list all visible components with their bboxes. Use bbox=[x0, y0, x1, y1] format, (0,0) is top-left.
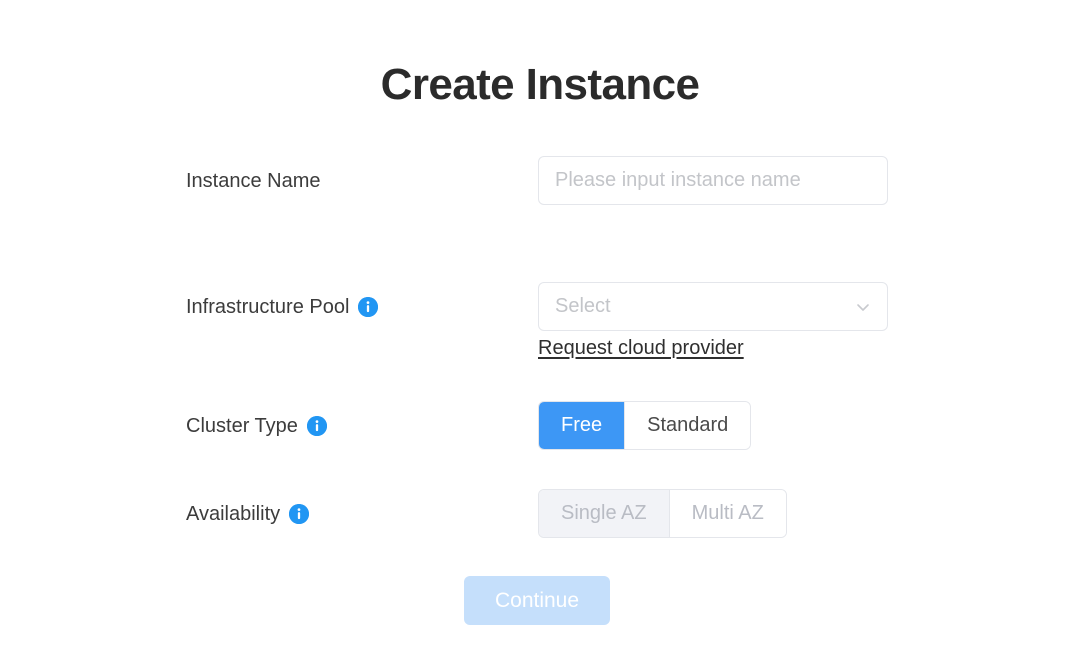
control-availability: Single AZ Multi AZ bbox=[538, 489, 787, 538]
info-circle-icon[interactable] bbox=[289, 504, 309, 524]
infrastructure-pool-select[interactable]: Select bbox=[538, 282, 888, 331]
field-label-text: Cluster Type bbox=[186, 415, 298, 438]
request-cloud-provider-link[interactable]: Request cloud provider bbox=[538, 337, 744, 360]
info-circle-icon[interactable] bbox=[358, 297, 378, 317]
control-infrastructure-pool: Select bbox=[538, 282, 888, 331]
create-instance-form: Instance Name Infrastructure Pool bbox=[0, 0, 1080, 659]
field-row-cluster-type: Cluster Type Free Standard bbox=[186, 401, 946, 451]
cluster-type-segmented-control: Free Standard bbox=[538, 401, 751, 450]
select-value: Select bbox=[555, 295, 611, 318]
create-instance-page: Create Instance Instance Name Infrastruc… bbox=[0, 0, 1080, 659]
continue-button[interactable]: Continue bbox=[464, 576, 610, 625]
field-row-instance-name: Instance Name bbox=[186, 156, 946, 206]
label-instance-name: Instance Name bbox=[186, 156, 321, 206]
field-label-text: Availability bbox=[186, 503, 280, 526]
info-circle-icon[interactable] bbox=[307, 416, 327, 436]
availability-segmented-control: Single AZ Multi AZ bbox=[538, 489, 787, 538]
cluster-type-option-free[interactable]: Free bbox=[539, 402, 625, 449]
field-label-text: Instance Name bbox=[186, 170, 321, 193]
field-label-text: Infrastructure Pool bbox=[186, 296, 349, 319]
control-instance-name bbox=[538, 156, 888, 205]
availability-option-single-az[interactable]: Single AZ bbox=[539, 490, 670, 537]
cluster-type-option-standard[interactable]: Standard bbox=[625, 402, 750, 449]
label-infrastructure-pool: Infrastructure Pool bbox=[186, 282, 378, 332]
field-row-infrastructure-pool: Infrastructure Pool Select bbox=[186, 282, 946, 332]
availability-option-multi-az[interactable]: Multi AZ bbox=[670, 490, 786, 537]
field-row-availability: Availability Single AZ Multi AZ bbox=[186, 489, 946, 539]
control-cluster-type: Free Standard bbox=[538, 401, 751, 450]
label-cluster-type: Cluster Type bbox=[186, 401, 327, 451]
label-availability: Availability bbox=[186, 489, 309, 539]
instance-name-input[interactable] bbox=[538, 156, 888, 205]
chevron-down-icon bbox=[854, 298, 872, 316]
